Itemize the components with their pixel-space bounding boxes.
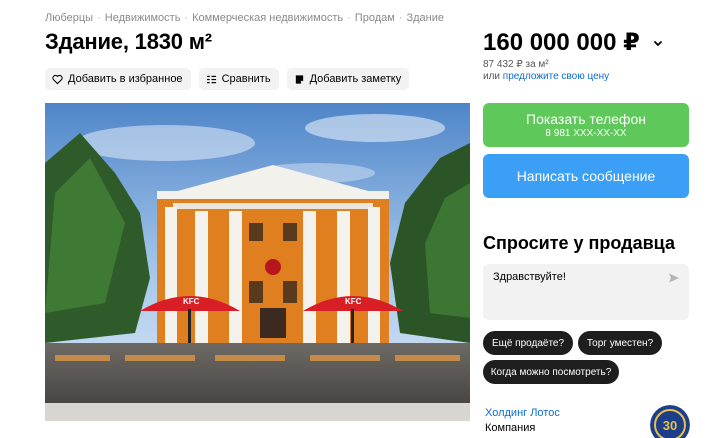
add-note-button[interactable]: Добавить заметку [286, 68, 410, 90]
note-icon [294, 74, 305, 85]
compare-label: Сравнить [221, 73, 271, 85]
page-title: Здание, 1830 м² [45, 29, 212, 54]
compare-button[interactable]: Сравнить [198, 68, 279, 90]
heart-icon [52, 74, 63, 85]
message-text: Здравствуйте! [493, 271, 566, 283]
add-to-favorites-label: Добавить в избранное [68, 73, 183, 85]
seller-logo[interactable]: 30 [650, 405, 690, 438]
write-message-button[interactable]: Написать сообщение [483, 154, 689, 198]
listing-actions: Добавить в избранное Сравнить Добавить з… [45, 68, 410, 90]
quick-question-chip[interactable]: Торг уместен? [578, 331, 662, 355]
quick-question-chip[interactable]: Когда можно посмотреть? [483, 360, 619, 384]
offer-price-link[interactable]: предложите свою цену [503, 71, 609, 82]
offer-price: или предложите свою цену [483, 71, 609, 82]
seller-name-link[interactable]: Холдинг Лотос [485, 407, 560, 419]
breadcrumb-item-city[interactable]: Люберцы [45, 12, 93, 24]
message-input[interactable]: Здравствуйте! [483, 264, 689, 320]
ask-seller-title: Спросите у продавца [483, 233, 675, 253]
compare-icon [206, 74, 217, 85]
breadcrumb-separator: · [184, 12, 189, 24]
breadcrumb-item-realty[interactable]: Недвижимость [105, 12, 181, 24]
listing-photo[interactable]: KFC KFC [45, 103, 470, 421]
breadcrumb-separator: · [347, 12, 351, 24]
quick-question-chip[interactable]: Ещё продаёте? [483, 331, 573, 355]
building-photo-illustration: KFC KFC [45, 103, 470, 421]
chevron-down-icon[interactable] [652, 37, 664, 49]
photo-sign-right: KFC [345, 297, 362, 306]
breadcrumb-item-commercial[interactable]: Коммерческая недвижимость [192, 12, 343, 24]
breadcrumb-separator: · [398, 12, 403, 24]
price-value: 160 000 000 ₽ [483, 29, 640, 56]
photo-sign-left: KFC [183, 297, 200, 306]
breadcrumb-item-building[interactable]: Здание [406, 12, 444, 24]
add-to-favorites-button[interactable]: Добавить в избранное [45, 68, 191, 90]
breadcrumb-separator: · [97, 12, 101, 24]
breadcrumb-item-sell[interactable]: Продам [355, 12, 395, 24]
add-note-label: Добавить заметку [309, 73, 402, 85]
phone-masked: 8 981 XXX-XX-XX [545, 128, 627, 139]
offer-prefix: или [483, 71, 501, 82]
price-per-sqm: 87 432 ₽ за м² [483, 59, 549, 70]
price: 160 000 000 ₽ [483, 28, 664, 57]
seller-type: Компания [485, 422, 536, 434]
send-icon[interactable] [668, 272, 680, 284]
seller-logo-badge: 30 [663, 418, 677, 433]
show-phone-button[interactable]: Показать телефон 8 981 XXX-XX-XX [483, 103, 689, 147]
show-phone-label: Показать телефон [526, 111, 646, 127]
breadcrumb: Люберцы · Недвижимость · Коммерческая недвиж… [45, 12, 444, 24]
